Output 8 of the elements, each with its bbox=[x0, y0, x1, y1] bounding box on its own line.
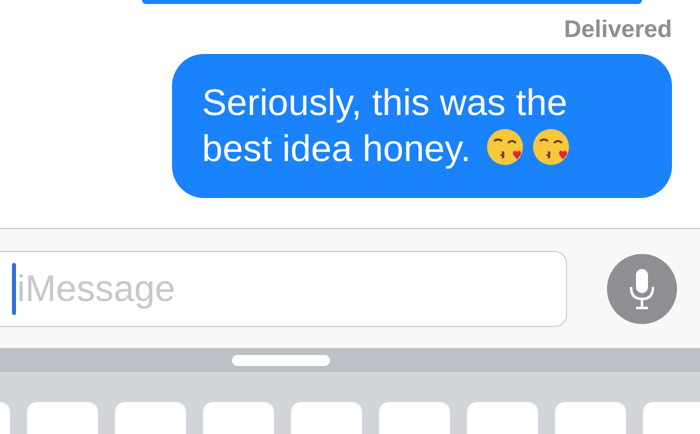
message-bubble: Seriously, this was the best idea honey. bbox=[172, 54, 672, 198]
message-field[interactable]: iMessage bbox=[0, 250, 567, 326]
microphone-icon bbox=[627, 266, 657, 310]
kiss-face-icon bbox=[484, 127, 525, 167]
kiss-face-icon bbox=[530, 127, 571, 167]
delivered-status: Delivered bbox=[564, 16, 672, 44]
text-cursor bbox=[12, 262, 16, 314]
drag-handle[interactable] bbox=[232, 354, 330, 366]
